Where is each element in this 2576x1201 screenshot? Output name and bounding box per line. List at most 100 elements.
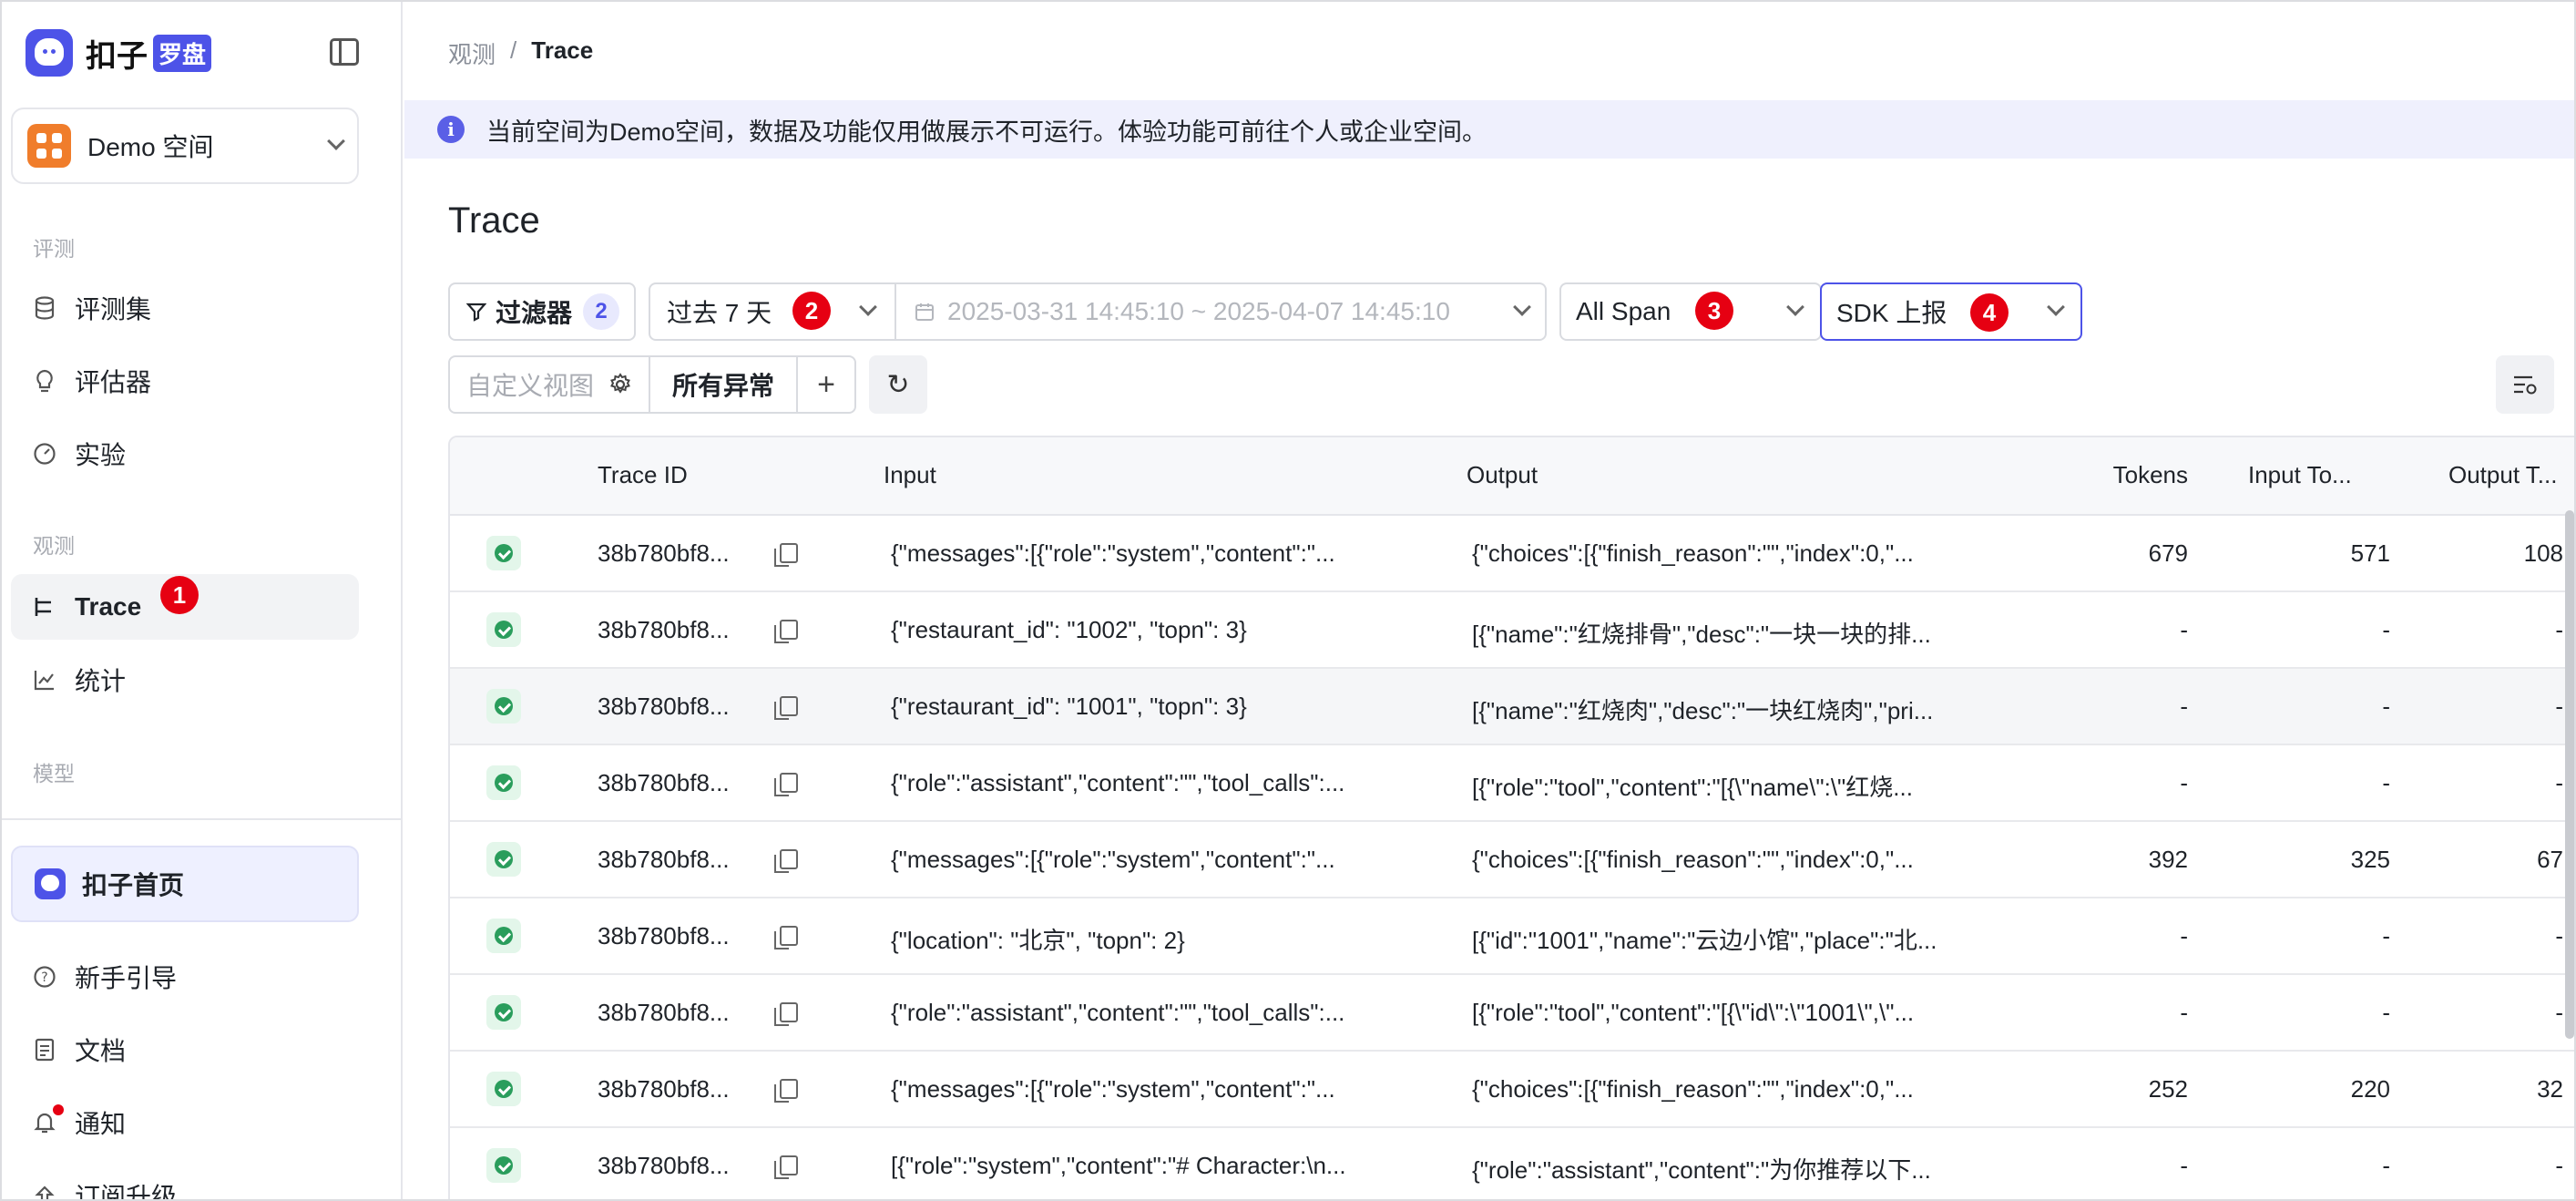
space-name: Demo 空间 bbox=[87, 133, 214, 161]
cell-input-tokens: - bbox=[2382, 693, 2390, 720]
cell-trace-id: 38b780bf8... bbox=[598, 922, 730, 950]
table-row[interactable]: 38b780bf8... {"restaurant_id": "1001", "t… bbox=[450, 669, 2574, 745]
copy-icon[interactable] bbox=[774, 620, 798, 643]
table-row[interactable]: 38b780bf8... {"messages":[{"role":"system… bbox=[450, 516, 2574, 592]
add-view-button[interactable]: + bbox=[796, 355, 856, 414]
success-status-icon bbox=[486, 612, 521, 647]
refresh-icon: ↻ bbox=[886, 369, 910, 400]
col-tokens[interactable]: Tokens bbox=[2097, 461, 2188, 489]
source-select[interactable]: SDK 上报 bbox=[1820, 282, 2082, 341]
copy-icon[interactable] bbox=[774, 773, 798, 796]
app-logo[interactable]: 扣子 罗盘 bbox=[26, 27, 212, 78]
col-output[interactable]: Output bbox=[1467, 461, 1538, 489]
table-row[interactable]: 38b780bf8... {"messages":[{"role":"system… bbox=[450, 1052, 2574, 1128]
sidebar-item-notifications[interactable]: 通知 bbox=[11, 1090, 359, 1155]
date-range-value: 2025-03-31 14:45:10 ~ 2025-04-07 14:45:1… bbox=[947, 297, 1450, 325]
cell-trace-id: 38b780bf8... bbox=[598, 769, 730, 796]
banner-text: 当前空间为Demo空间，数据及功能仅用做展示不可运行。体验功能可前往个人或企业空… bbox=[486, 118, 1487, 146]
sidebar-item-docs[interactable]: 文档 bbox=[11, 1017, 359, 1083]
bell-icon bbox=[33, 1111, 56, 1134]
info-icon: i bbox=[437, 116, 465, 143]
logo-text: 扣子 bbox=[86, 38, 148, 74]
logo-icon bbox=[26, 29, 73, 77]
doc-icon bbox=[33, 1038, 56, 1062]
notification-dot bbox=[53, 1104, 64, 1115]
date-range-picker[interactable]: 2025-03-31 14:45:10 ~ 2025-04-07 14:45:1… bbox=[898, 284, 1545, 339]
cell-input-tokens: - bbox=[2382, 769, 2390, 796]
upgrade-icon bbox=[33, 1184, 56, 1199]
col-output-tokens[interactable]: Output T... bbox=[2448, 461, 2557, 489]
cell-input: [{"role":"system","content":"# Character… bbox=[891, 1152, 1346, 1179]
sidebar-item-label: 评估器 bbox=[75, 368, 152, 396]
cell-output-tokens: - bbox=[2555, 1152, 2563, 1179]
filter-button[interactable]: 过滤器 2 bbox=[448, 282, 636, 341]
col-input-tokens[interactable]: Input To... bbox=[2248, 461, 2352, 489]
all-errors-view[interactable]: 所有异常 bbox=[649, 355, 798, 414]
cell-output-tokens: 67 bbox=[2537, 846, 2563, 873]
cell-output: {"role":"assistant","content":"为你推荐以下... bbox=[1472, 1156, 1931, 1184]
copy-icon[interactable] bbox=[774, 926, 798, 950]
sidebar-item-eval-sets[interactable]: 评测集 bbox=[11, 275, 359, 341]
cell-output: [{"role":"tool","content":"[{\"id\":\"10… bbox=[1472, 999, 1915, 1026]
source-value: SDK 上报 bbox=[1836, 299, 1947, 327]
cell-output-tokens: 32 bbox=[2537, 1075, 2563, 1103]
breadcrumb-parent[interactable]: 观测 bbox=[448, 36, 496, 70]
sidebar-collapse-icon[interactable] bbox=[330, 38, 359, 66]
col-input[interactable]: Input bbox=[884, 461, 936, 489]
table-row[interactable]: 38b780bf8... {"role":"assistant","content… bbox=[450, 975, 2574, 1052]
copy-icon[interactable] bbox=[774, 849, 798, 873]
cell-trace-id: 38b780bf8... bbox=[598, 999, 730, 1026]
copy-icon[interactable] bbox=[774, 1079, 798, 1103]
sidebar-item-label: 实验 bbox=[75, 441, 127, 469]
sidebar-item-label: 通知 bbox=[75, 1110, 127, 1138]
table-scrollbar[interactable] bbox=[2565, 510, 2574, 1039]
success-status-icon bbox=[486, 842, 521, 877]
logo-badge: 罗盘 bbox=[153, 34, 212, 72]
cell-trace-id: 38b780bf8... bbox=[598, 1152, 730, 1179]
period-select[interactable]: 过去 7 天 bbox=[650, 284, 896, 339]
chevron-down-icon bbox=[327, 132, 345, 150]
sidebar-item-experiments[interactable]: 实验 bbox=[11, 421, 359, 487]
column-settings-button[interactable] bbox=[2496, 355, 2554, 414]
table-row[interactable]: 38b780bf8... {"role":"assistant","content… bbox=[450, 745, 2574, 822]
cell-tokens: 392 bbox=[2148, 846, 2188, 873]
calendar-icon bbox=[915, 302, 935, 322]
copy-icon[interactable] bbox=[774, 543, 798, 567]
home-logo-icon bbox=[35, 868, 66, 899]
cell-tokens: - bbox=[2180, 922, 2188, 950]
sidebar-item-upgrade[interactable]: 订阅升级 bbox=[11, 1163, 359, 1199]
success-status-icon bbox=[486, 919, 521, 953]
refresh-button[interactable]: ↻ bbox=[869, 355, 927, 414]
copy-icon[interactable] bbox=[774, 1155, 798, 1179]
sidebar-item-evaluators[interactable]: 评估器 bbox=[11, 348, 359, 414]
custom-view-placeholder: 自定义视图 bbox=[466, 372, 595, 400]
gauge-icon bbox=[33, 442, 56, 466]
custom-view-select[interactable]: 自定义视图 bbox=[448, 355, 650, 414]
sidebar-item-home[interactable]: 扣子首页 bbox=[11, 846, 359, 922]
copy-icon[interactable] bbox=[774, 1002, 798, 1026]
table-row[interactable]: 38b780bf8... {"location": "北京", "topn": 2… bbox=[450, 898, 2574, 975]
cell-output-tokens: - bbox=[2555, 999, 2563, 1026]
svg-text:?: ? bbox=[41, 970, 47, 985]
sidebar-item-guide[interactable]: ? 新手引导 bbox=[11, 944, 359, 1010]
cell-tokens: 679 bbox=[2148, 539, 2188, 567]
table-row[interactable]: 38b780bf8... [{"role":"system","content":… bbox=[450, 1128, 2574, 1199]
table-row[interactable]: 38b780bf8... {"messages":[{"role":"system… bbox=[450, 822, 2574, 898]
success-status-icon bbox=[486, 689, 521, 724]
column-settings-icon bbox=[2512, 374, 2538, 395]
cell-trace-id: 38b780bf8... bbox=[598, 616, 730, 643]
sidebar: 扣子 罗盘 Demo 空间 评测 评测集 评估器 实验 观测 Trace 1 统… bbox=[2, 2, 403, 1199]
space-selector[interactable]: Demo 空间 bbox=[11, 108, 359, 184]
table-row[interactable]: 38b780bf8... {"restaurant_id": "1002", "t… bbox=[450, 592, 2574, 669]
cell-tokens: - bbox=[2180, 1152, 2188, 1179]
trace-table: Trace ID Input Output Tokens Input To...… bbox=[448, 436, 2574, 1199]
col-trace-id[interactable]: Trace ID bbox=[598, 461, 688, 489]
gear-icon[interactable] bbox=[608, 373, 632, 396]
copy-icon[interactable] bbox=[774, 696, 798, 720]
plus-icon: + bbox=[817, 366, 835, 402]
filter-label: 过滤器 bbox=[496, 299, 573, 327]
span-type-select[interactable]: All Span bbox=[1559, 282, 1822, 341]
database-icon bbox=[33, 296, 56, 320]
success-status-icon bbox=[486, 1072, 521, 1106]
sidebar-item-stats[interactable]: 统计 bbox=[11, 647, 359, 713]
